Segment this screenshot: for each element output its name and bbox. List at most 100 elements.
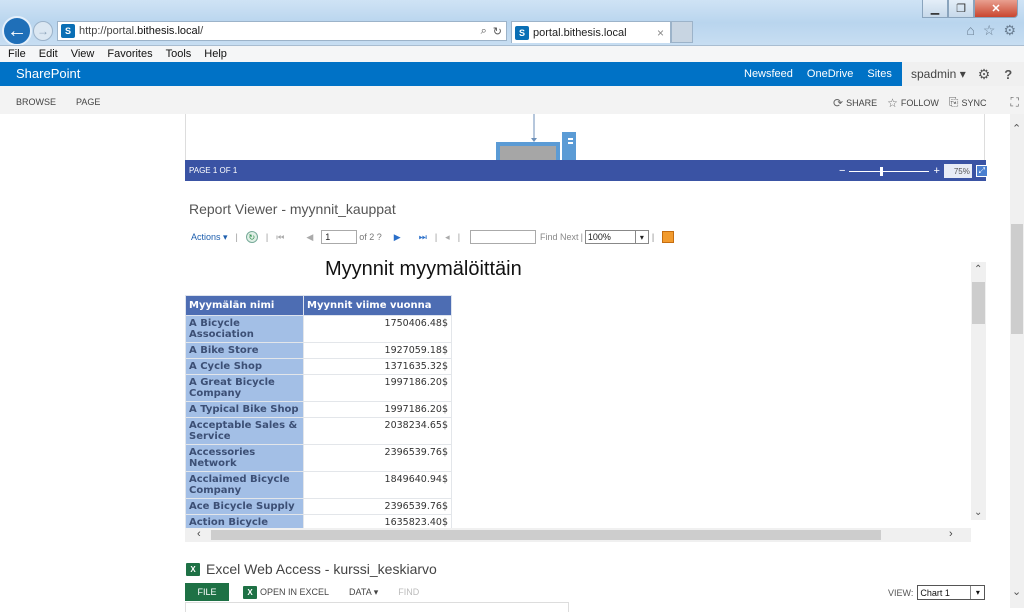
back-arrow-icon: ← <box>7 19 27 42</box>
scroll-down-icon[interactable]: ⌄ <box>974 507 982 518</box>
chevron-down-icon[interactable]: ▾ <box>970 586 984 599</box>
report-hscroll-thumb[interactable] <box>211 530 881 540</box>
back-to-parent-icon[interactable]: ◂ <box>445 232 450 243</box>
zoom-out-button[interactable]: − <box>839 165 845 177</box>
previous-page-icon[interactable]: ◀ <box>306 232 313 243</box>
tools-gear-icon[interactable]: ⚙ <box>1003 22 1016 39</box>
zoom-percent[interactable]: 75% <box>943 164 972 178</box>
find-input[interactable] <box>470 230 537 244</box>
maximize-button[interactable]: ❐ <box>948 0 974 18</box>
ribbon-tab-page[interactable]: PAGE <box>76 97 100 107</box>
follow-button[interactable]: ☆ FOLLOW <box>887 96 939 110</box>
menu-help[interactable]: Help <box>204 48 227 60</box>
report-viewer-title: Report Viewer - myynnit_kauppat <box>189 201 396 217</box>
chevron-down-icon[interactable]: ▾ <box>634 231 648 243</box>
menu-tools[interactable]: Tools <box>166 48 192 60</box>
browser-tab[interactable]: S portal.bithesis.local × <box>511 21 671 43</box>
report-body: Myynnit myymälöittäin Myymälän nimi Myyn… <box>185 254 986 542</box>
first-page-icon[interactable]: ⏮ <box>276 232 284 243</box>
address-bar[interactable]: S http://portal. bithesis.local / ⌕ ↻ <box>57 21 507 41</box>
new-tab-button[interactable] <box>671 21 693 43</box>
suite-link-newsfeed[interactable]: Newsfeed <box>744 68 793 80</box>
refresh-icon[interactable]: ↻ <box>493 25 502 38</box>
report-vscroll-thumb[interactable] <box>972 282 985 324</box>
page-scroll-thumb[interactable] <box>1011 224 1023 334</box>
favorites-star-icon[interactable]: ☆ <box>983 22 996 39</box>
refresh-icon[interactable]: ↻ <box>245 231 258 243</box>
view-selector: VIEW: Chart 1 ▾ <box>888 585 986 600</box>
zoom-select[interactable]: 100% ▾ <box>584 230 649 244</box>
zoom-select-value: 100% <box>587 232 611 242</box>
table-header-row: Myymälän nimi Myynnit viime vuonna <box>185 295 452 316</box>
browser-titlebar: ▁ ❐ ✕ ← → S http://portal. bithesis.local… <box>0 0 1024 46</box>
minimize-button[interactable]: ▁ <box>922 0 948 18</box>
data-menu[interactable]: DATA ▾ <box>349 587 378 598</box>
close-window-button[interactable]: ✕ <box>974 0 1018 18</box>
sales-table: Myymälän nimi Myynnit viime vuonna A Bic… <box>185 295 452 531</box>
store-name-cell: Acceptable Sales & Service <box>185 417 304 445</box>
zoom-in-button[interactable]: + <box>933 165 939 177</box>
find-next-link[interactable]: Find Next <box>540 232 579 242</box>
page-number-input[interactable] <box>321 230 358 244</box>
table-row: A Typical Bike Shop 1997186.20$ <box>185 401 452 418</box>
view-select[interactable]: Chart 1 ▾ <box>917 585 986 600</box>
forward-button[interactable]: → <box>33 21 53 41</box>
sales-value-cell: 2396539.76$ <box>303 444 452 472</box>
sync-label: SYNC <box>961 97 987 108</box>
ribbon-tab-browse[interactable]: BROWSE <box>16 97 56 107</box>
sharepoint-favicon-icon: S <box>515 25 529 40</box>
export-icon[interactable] <box>662 231 675 243</box>
search-icon[interactable]: ⌕ <box>481 25 487 38</box>
diagram-shapes <box>496 114 576 160</box>
sales-value-cell: 2038234.65$ <box>303 417 452 445</box>
actions-menu[interactable]: Actions ▾ <box>191 232 228 243</box>
sync-icon: ⎘ <box>948 95 959 109</box>
report-vertical-scrollbar[interactable]: ⌃ ⌄ <box>971 262 986 520</box>
share-button[interactable]: ⟳ SHARE <box>833 96 877 110</box>
find-button[interactable]: FIND <box>398 587 419 597</box>
sync-button[interactable]: ⎘ SYNC <box>949 95 987 110</box>
scroll-left-icon[interactable]: ‹ <box>197 528 201 540</box>
viewer-status-bar: PAGE 1 OF 1 − + 75% ⤢ <box>185 160 988 181</box>
scroll-up-icon[interactable]: ⌃ <box>1012 122 1021 135</box>
menu-edit[interactable]: Edit <box>39 48 58 60</box>
next-page-icon[interactable]: ▶ <box>394 232 401 243</box>
back-button[interactable]: ← <box>2 16 32 46</box>
excel-web-access-title: X Excel Web Access - kurssi_keskiarvo <box>186 561 437 577</box>
menu-file[interactable]: File <box>8 48 26 60</box>
report-horizontal-scrollbar[interactable]: ‹ › <box>185 528 971 542</box>
suite-link-sites[interactable]: Sites <box>867 68 891 80</box>
menu-view[interactable]: View <box>71 48 95 60</box>
zoom-slider[interactable] <box>849 166 930 176</box>
settings-gear-icon[interactable]: ⚙ <box>978 66 991 83</box>
last-page-icon[interactable]: ⏭ <box>419 232 427 243</box>
column-header-store[interactable]: Myymälän nimi <box>185 295 304 316</box>
view-label: VIEW: <box>888 587 914 598</box>
table-row: A Great Bicycle Company 1997186.20$ <box>185 374 452 402</box>
sharepoint-brand[interactable]: SharePoint <box>16 66 80 81</box>
tab-title: portal.bithesis.local <box>533 26 627 39</box>
zoom-slider-knob[interactable] <box>879 166 883 176</box>
fit-to-window-icon[interactable]: ⤢ <box>975 165 988 177</box>
excel-icon: X <box>186 562 200 576</box>
focus-on-content-button[interactable]: ⛶ <box>1010 95 1018 110</box>
help-icon[interactable]: ? <box>1004 67 1012 82</box>
file-button[interactable]: FILE <box>185 583 229 601</box>
suite-link-onedrive[interactable]: OneDrive <box>807 68 853 80</box>
column-header-sales[interactable]: Myynnit viime vuonna <box>303 295 452 316</box>
separator: | <box>580 232 583 242</box>
tab-close-icon[interactable]: × <box>657 26 664 40</box>
store-name-cell: Accessories Network <box>185 444 304 472</box>
page-scrollbar[interactable]: ⌃ ⌄ <box>1010 114 1024 608</box>
window-controls: ▁ ❐ ✕ <box>922 0 1018 18</box>
scroll-right-icon[interactable]: › <box>949 528 953 540</box>
open-in-excel-button[interactable]: X OPEN IN EXCEL <box>243 585 329 599</box>
menu-favorites[interactable]: Favorites <box>107 48 152 60</box>
scroll-down-icon[interactable]: ⌄ <box>1012 585 1021 598</box>
scroll-up-icon[interactable]: ⌃ <box>974 264 982 275</box>
home-icon[interactable]: ⌂ <box>966 22 974 39</box>
star-icon: ☆ <box>887 95 898 110</box>
store-name-cell: A Great Bicycle Company <box>185 374 304 402</box>
sales-value-cell: 1849640.94$ <box>303 471 452 499</box>
user-menu[interactable]: spadmin ▾ <box>911 67 966 81</box>
